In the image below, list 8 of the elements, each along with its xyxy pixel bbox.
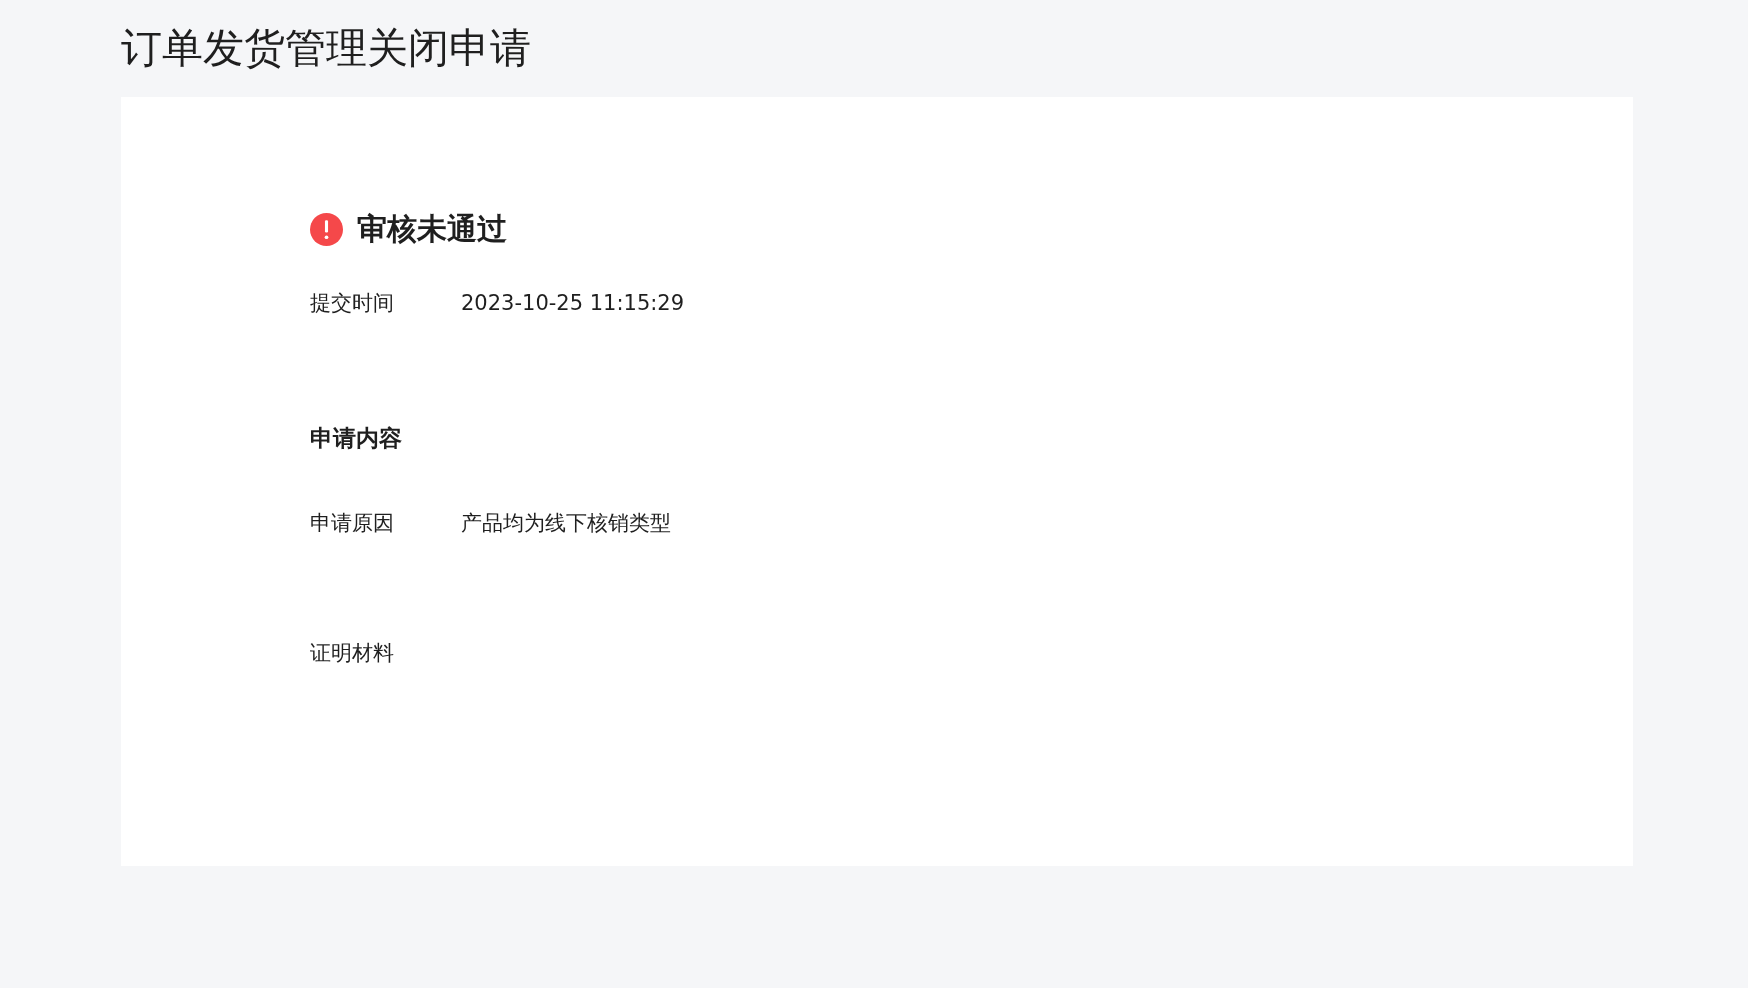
field-value: 产品均为线下核销类型 [461, 510, 671, 537]
field-value: 2023-10-25 11:15:29 [461, 290, 685, 317]
status-text: 审核未通过 [357, 210, 507, 248]
section-title: 申请内容 [310, 424, 403, 453]
field-label: 提交时间 [310, 290, 395, 317]
field-label: 证明材料 [310, 640, 395, 667]
page-title: 订单发货管理关闭申请 [121, 23, 532, 74]
field-label: 申请原因 [310, 510, 395, 537]
